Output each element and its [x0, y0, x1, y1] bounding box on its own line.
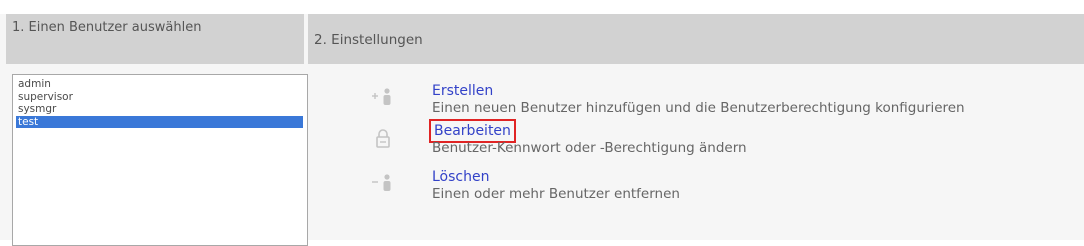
user-list-item-sysmgr[interactable]: sysmgr — [16, 103, 303, 116]
user-list[interactable]: admin supervisor sysmgr test — [12, 74, 308, 246]
user-list-item-test[interactable]: test — [16, 115, 303, 128]
delete-action: Löschen Einen oder mehr Benutzer entfern… — [432, 166, 680, 203]
settings-column: 2. Einstellungen Erstellen Einen neuen B… — [308, 14, 1084, 240]
edit-action: Bearbeiten Benutzer-Kennwort oder -Berec… — [429, 119, 747, 157]
delete-user-link[interactable]: Löschen — [432, 168, 489, 186]
delete-user-description: Einen oder mehr Benutzer entfernen — [432, 186, 680, 202]
user-selection-heading: 1. Einen Benutzer auswählen — [6, 14, 304, 64]
settings-heading: 2. Einstellungen — [308, 14, 1084, 64]
create-user-link[interactable]: Erstellen — [432, 82, 493, 100]
user-selection-column: 1. Einen Benutzer auswählen admin superv… — [6, 14, 308, 246]
remove-user-icon — [370, 172, 396, 194]
create-user-description: Einen neuen Benutzer hinzufügen und die … — [432, 100, 965, 116]
user-list-item-supervisor[interactable]: supervisor — [16, 91, 303, 104]
edit-user-description: Benutzer-Kennwort oder -Berechtigung änd… — [432, 140, 747, 156]
add-user-icon — [370, 86, 396, 108]
create-action: Erstellen Einen neuen Benutzer hinzufüge… — [432, 80, 965, 117]
user-management-panel: 1. Einen Benutzer auswählen admin superv… — [0, 14, 1084, 246]
lock-icon — [370, 128, 396, 150]
edit-user-link[interactable]: Bearbeiten — [429, 119, 516, 143]
user-list-item-admin[interactable]: admin — [16, 78, 303, 91]
